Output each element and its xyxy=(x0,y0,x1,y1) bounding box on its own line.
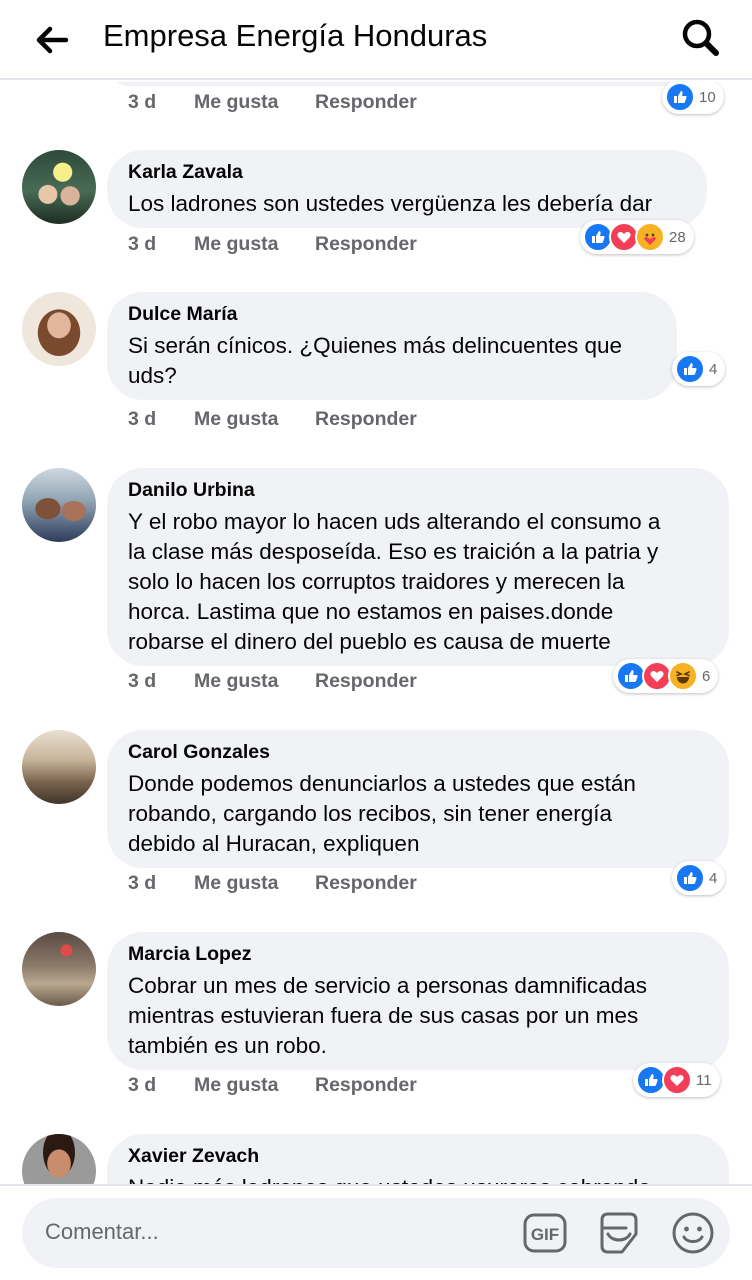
reply-link[interactable]: Responder xyxy=(315,91,417,114)
avatar[interactable] xyxy=(22,292,96,366)
comment-author[interactable]: Carol Gonzales xyxy=(128,740,707,764)
comment-bubble[interactable]: Karla Zavala Los ladrones son ustedes ve… xyxy=(107,150,707,228)
comment-text: Nadie más ladrones que ustedes usureros … xyxy=(128,1173,707,1184)
comment-input[interactable]: Comentar... GIF xyxy=(22,1198,730,1268)
avatar[interactable] xyxy=(22,730,96,804)
top-bar: Empresa Energía Honduras xyxy=(0,0,752,80)
reaction-count: 28 xyxy=(669,228,686,246)
comment-age: 3 d xyxy=(128,1074,157,1096)
avatar[interactable] xyxy=(22,468,96,542)
like-link[interactable]: Me gusta xyxy=(194,91,279,114)
gif-icon[interactable]: GIF xyxy=(522,1210,568,1256)
sticker-icon[interactable] xyxy=(596,1210,642,1256)
comment-author[interactable]: Dulce María xyxy=(128,302,655,326)
reaction-summary[interactable]: 4 xyxy=(672,861,726,895)
comment-list: 3 d Me gusta Responder 10 Karla Zavala L… xyxy=(0,82,752,1184)
avatar[interactable] xyxy=(22,150,96,224)
comment-age: 3 d xyxy=(128,408,157,430)
emoji-icon[interactable] xyxy=(670,1210,716,1256)
back-arrow-icon[interactable] xyxy=(30,20,74,60)
reaction-count: 11 xyxy=(696,1071,712,1089)
reaction-count: 4 xyxy=(709,360,718,378)
page-title: Empresa Energía Honduras xyxy=(103,18,488,53)
comment-bubble[interactable]: Marcia Lopez Cobrar un mes de servicio a… xyxy=(107,932,729,1070)
search-icon[interactable] xyxy=(676,14,726,64)
reaction-count: 6 xyxy=(702,667,711,685)
avatar[interactable] xyxy=(22,932,96,1006)
avatar[interactable] xyxy=(22,1134,96,1184)
comment-text: Y el robo mayor lo hacen uds alterando e… xyxy=(128,509,661,654)
reply-link[interactable]: Responder xyxy=(315,872,417,895)
svg-text:GIF: GIF xyxy=(531,1225,559,1244)
reply-link[interactable]: Responder xyxy=(315,1074,417,1097)
comment-text: Si serán cínicos. ¿Quienes más delincuen… xyxy=(128,333,623,388)
comment-bubble[interactable]: Xavier Zevach Nadie más ladrones que ust… xyxy=(107,1134,729,1184)
comment-age: 3 d xyxy=(128,91,157,113)
comment-composer-bar: Comentar... GIF xyxy=(0,1184,752,1280)
comment-text: Los ladrones son ustedes vergüenza les d… xyxy=(128,191,653,216)
comment-author[interactable]: Karla Zavala xyxy=(128,160,685,184)
comment-input-placeholder: Comentar... xyxy=(45,1219,159,1244)
haha-reaction-icon xyxy=(668,661,698,691)
reaction-count: 4 xyxy=(709,869,718,887)
comment-age: 3 d xyxy=(128,670,157,692)
like-link[interactable]: Me gusta xyxy=(194,872,279,895)
comment-age: 3 d xyxy=(128,872,157,894)
like-link[interactable]: Me gusta xyxy=(194,408,279,431)
reaction-summary[interactable]: 10 xyxy=(662,82,724,114)
comment-author[interactable]: Marcia Lopez xyxy=(128,942,707,966)
reaction-summary[interactable]: 6 xyxy=(613,659,719,693)
like-reaction-icon xyxy=(665,82,695,112)
like-link[interactable]: Me gusta xyxy=(194,1074,279,1097)
care-reaction-icon xyxy=(635,222,665,252)
reply-link[interactable]: Responder xyxy=(315,670,417,693)
like-reaction-icon xyxy=(675,863,705,893)
comment-bubble[interactable] xyxy=(107,82,727,86)
comment-bubble[interactable]: Dulce María Si serán cínicos. ¿Quienes m… xyxy=(107,292,677,400)
reaction-summary[interactable]: 4 xyxy=(672,352,726,386)
like-reaction-icon xyxy=(675,354,705,384)
comment-age: 3 d xyxy=(128,233,157,255)
reply-link[interactable]: Responder xyxy=(315,408,417,431)
reaction-summary[interactable]: 11 xyxy=(633,1063,720,1097)
comment-author[interactable]: Danilo Urbina xyxy=(128,478,707,502)
comment-bubble[interactable]: Carol Gonzales Donde podemos denunciarlo… xyxy=(107,730,729,868)
reaction-count: 10 xyxy=(699,88,716,106)
comment-author[interactable]: Xavier Zevach xyxy=(128,1144,707,1168)
like-link[interactable]: Me gusta xyxy=(194,233,279,256)
reply-link[interactable]: Responder xyxy=(315,233,417,256)
love-reaction-icon xyxy=(662,1065,692,1095)
like-link[interactable]: Me gusta xyxy=(194,670,279,693)
comment-text: Cobrar un mes de servicio a personas dam… xyxy=(128,973,648,1058)
comment-text: Donde podemos denunciarlos a ustedes que… xyxy=(128,771,636,856)
reaction-summary[interactable]: 28 xyxy=(580,220,694,254)
comment-bubble[interactable]: Danilo Urbina Y el robo mayor lo hacen u… xyxy=(107,468,729,666)
